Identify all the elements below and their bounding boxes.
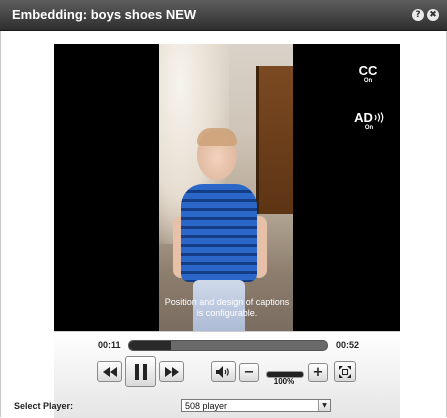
ad-state: On: [364, 125, 374, 131]
select-player-row: Select Player: 508 player ▼: [0, 397, 447, 417]
video-child-shirt: [181, 184, 257, 282]
caption-line-2: is configurable.: [196, 308, 258, 318]
mute-button[interactable]: [211, 361, 236, 382]
fullscreen-button[interactable]: [334, 361, 356, 382]
volume-up-button[interactable]: +: [308, 363, 328, 382]
rewind-icon: [102, 366, 117, 377]
minus-icon: −: [243, 365, 255, 380]
dialog-titlebar: Embedding: boys shoes NEW ? ✖: [0, 0, 447, 31]
select-player-label: Select Player:: [14, 401, 74, 411]
video-child-hair: [197, 128, 237, 146]
plus-icon: +: [312, 365, 324, 380]
cc-state: On: [363, 78, 373, 84]
caption-line-1: Position and design of captions: [164, 297, 290, 307]
rewind-button[interactable]: [97, 361, 122, 382]
audio-description-toggle-button[interactable]: AD On: [351, 111, 387, 132]
pause-button[interactable]: [125, 356, 156, 387]
volume-percentage: 100%: [273, 377, 295, 386]
dialog-title: Embedding: boys shoes NEW: [12, 7, 197, 22]
fast-forward-icon: [164, 366, 179, 377]
elapsed-time: 00:11: [98, 340, 121, 350]
fast-forward-button[interactable]: [159, 361, 184, 382]
chevron-down-icon: ▼: [318, 400, 330, 411]
seek-bar-progress: [129, 341, 171, 350]
ad-label-row: AD: [351, 111, 387, 124]
select-player-value: 508 player: [185, 401, 228, 411]
audio-waves-icon: [374, 112, 384, 123]
duration-time: 00:52: [336, 340, 360, 350]
cc-toggle-button[interactable]: CC On: [353, 64, 383, 85]
pause-icon: [134, 363, 147, 380]
video-background-door: [256, 66, 293, 214]
video-caption: Position and design of captions is confi…: [54, 297, 400, 319]
speaker-icon: [216, 365, 229, 378]
help-icon[interactable]: ?: [412, 9, 424, 21]
close-icon[interactable]: ✖: [427, 9, 439, 21]
cc-label: CC: [358, 63, 378, 78]
fullscreen-icon: [339, 365, 351, 378]
select-player-dropdown[interactable]: 508 player ▼: [181, 399, 331, 412]
seek-bar[interactable]: [128, 340, 328, 351]
volume-down-button[interactable]: −: [239, 363, 259, 382]
ad-label: AD: [354, 110, 373, 125]
video-frame: [159, 44, 293, 332]
